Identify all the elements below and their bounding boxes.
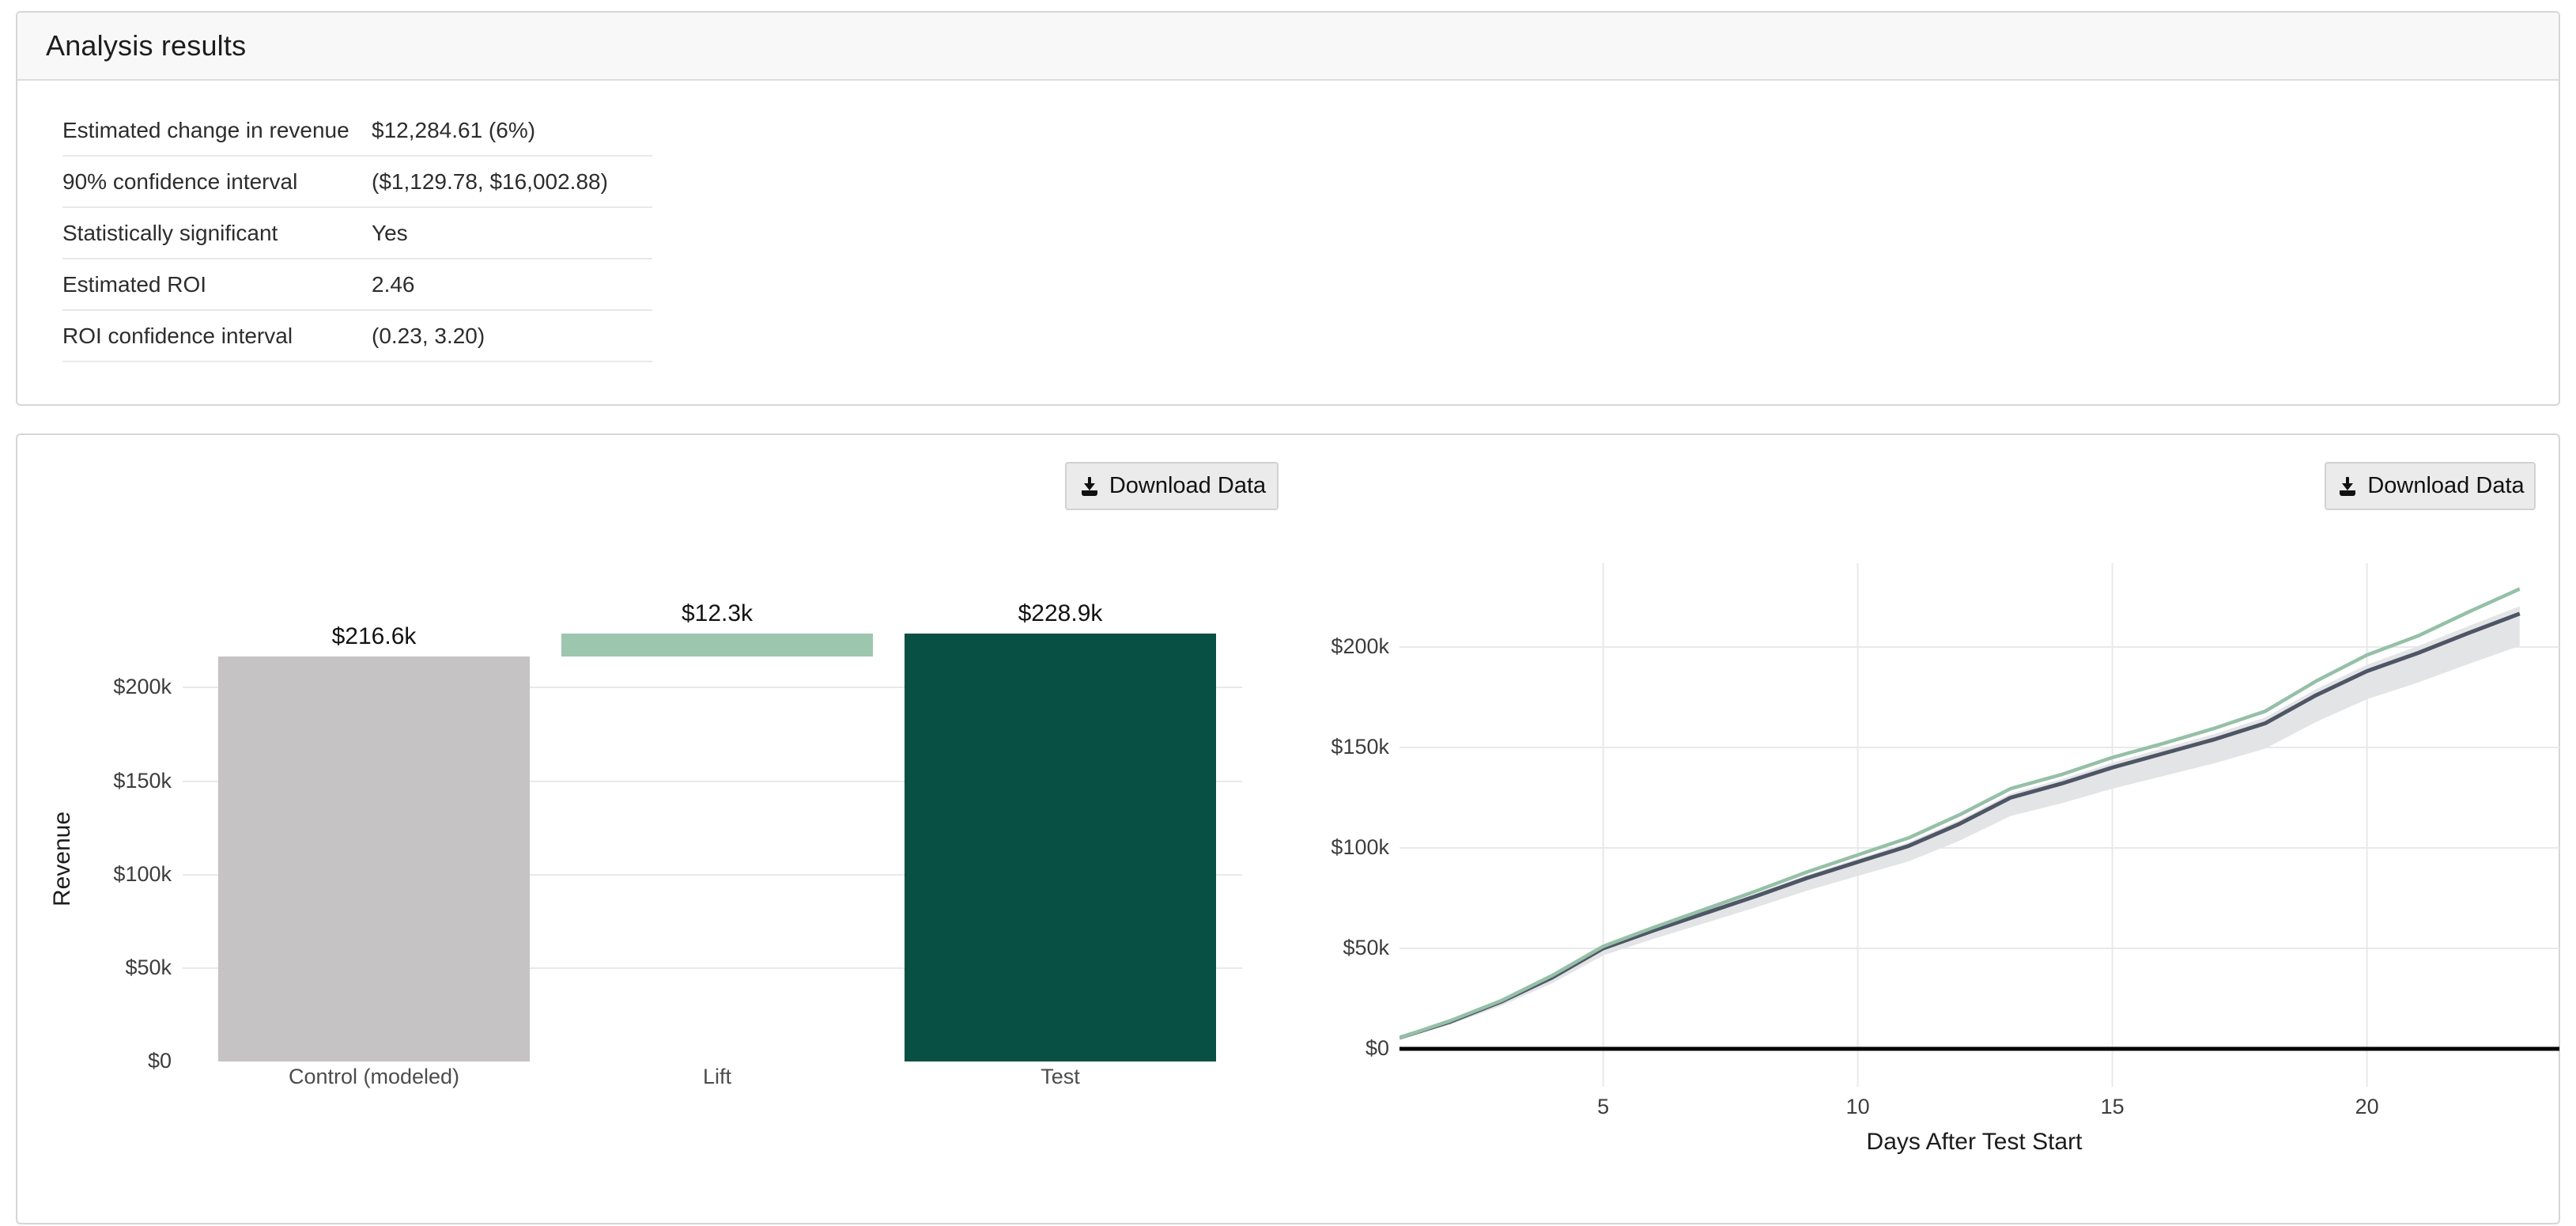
metric-label: 90% confidence interval — [62, 169, 372, 195]
charts-panel: Download Data Download Data Revenue $0$5… — [16, 433, 2560, 1224]
bar-chart: Revenue $0 $50k $100k $150k $200k $216.6k Cont… — [17, 435, 1306, 1226]
line-chart-y-tick: $50k — [1306, 936, 1389, 960]
metric-value: $12,284.61 (6%) — [372, 118, 535, 143]
metric-label: Statistically significant — [62, 221, 372, 246]
bar-category-label: Control (modeled) — [289, 1065, 459, 1089]
line-chart-y-tick: $100k — [1306, 835, 1389, 860]
metric-value: Yes — [372, 221, 408, 246]
panel-title: Analysis results — [46, 29, 246, 62]
metric-label: Estimated change in revenue — [62, 118, 372, 143]
analysis-results-panel: Analysis results Estimated change in rev… — [16, 11, 2560, 406]
bar-chart-y-tick: $150k — [65, 769, 172, 793]
line-chart-x-tick: 15 — [2101, 1095, 2125, 1119]
table-row: Estimated change in revenue$12,284.61 (6… — [62, 105, 652, 157]
bar-chart-y-tick: $50k — [65, 955, 172, 980]
bar-chart-y-tick: $0 — [65, 1049, 172, 1073]
line-chart-x-tick: 5 — [1597, 1095, 1609, 1119]
bar-value-label: $12.3k — [682, 600, 753, 627]
bar-control-modeled — [218, 657, 530, 1061]
line-chart: Days After Test Start $0 $50k $100k $150k $2… — [1306, 435, 2562, 1226]
line-chart-y-tick: $0 — [1306, 1036, 1389, 1061]
table-row: 90% confidence interval($1,129.78, $16,0… — [62, 157, 652, 208]
line-chart-x-axis-title: Days After Test Start — [1867, 1129, 2083, 1156]
bar-category-label: Test — [1041, 1065, 1080, 1089]
line-chart-x-tick: 10 — [1846, 1095, 1870, 1119]
line-chart-y-tick: $150k — [1306, 735, 1389, 759]
bar-chart-y-tick: $200k — [65, 675, 172, 699]
line-chart-x-tick: 20 — [2355, 1095, 2379, 1119]
table-row: Statistically significantYes — [62, 208, 652, 259]
line-chart-y-tick: $200k — [1306, 634, 1389, 659]
bar-value-label: $228.9k — [1018, 600, 1103, 627]
analysis-results-table: Estimated change in revenue$12,284.61 (6… — [62, 105, 652, 362]
bar-test — [905, 634, 1216, 1061]
bar-category-label: Lift — [703, 1065, 731, 1089]
line-chart-plot — [1399, 563, 2559, 1087]
metric-value: ($1,129.78, $16,002.88) — [372, 169, 608, 195]
metric-label: ROI confidence interval — [62, 324, 372, 349]
metric-label: Estimated ROI — [62, 272, 372, 297]
table-row: Estimated ROI2.46 — [62, 259, 652, 311]
analysis-panel-header: Analysis results — [17, 13, 2559, 81]
metric-value: (0.23, 3.20) — [372, 324, 485, 349]
bar-value-label: $216.6k — [332, 623, 417, 650]
bar-chart-y-tick: $100k — [65, 862, 172, 887]
bar-chart-y-axis-title: Revenue — [49, 812, 76, 906]
metric-value: 2.46 — [372, 272, 415, 297]
bar-lift — [561, 634, 873, 657]
table-row: ROI confidence interval(0.23, 3.20) — [62, 311, 652, 362]
